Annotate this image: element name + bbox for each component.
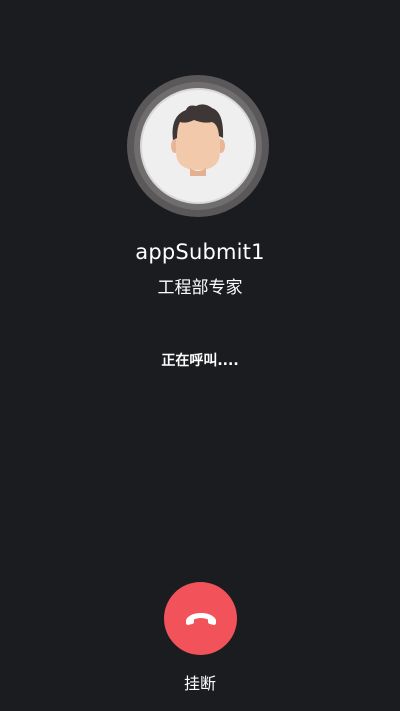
caller-name: appSubmit1: [135, 240, 265, 264]
user-avatar-icon: [171, 104, 225, 176]
avatar-ring-inner: [134, 82, 262, 210]
avatar-ring: [127, 75, 269, 217]
phone-hangup-icon: [185, 612, 216, 625]
avatar: [140, 88, 256, 204]
hangup-label: 挂断: [183, 674, 216, 693]
call-screen: appSubmit1 工程部专家 正在呼叫.... 挂断: [0, 0, 400, 711]
caller-role: 工程部专家: [157, 278, 243, 298]
call-status: 正在呼叫....: [161, 353, 239, 369]
hangup-button[interactable]: [164, 582, 237, 655]
